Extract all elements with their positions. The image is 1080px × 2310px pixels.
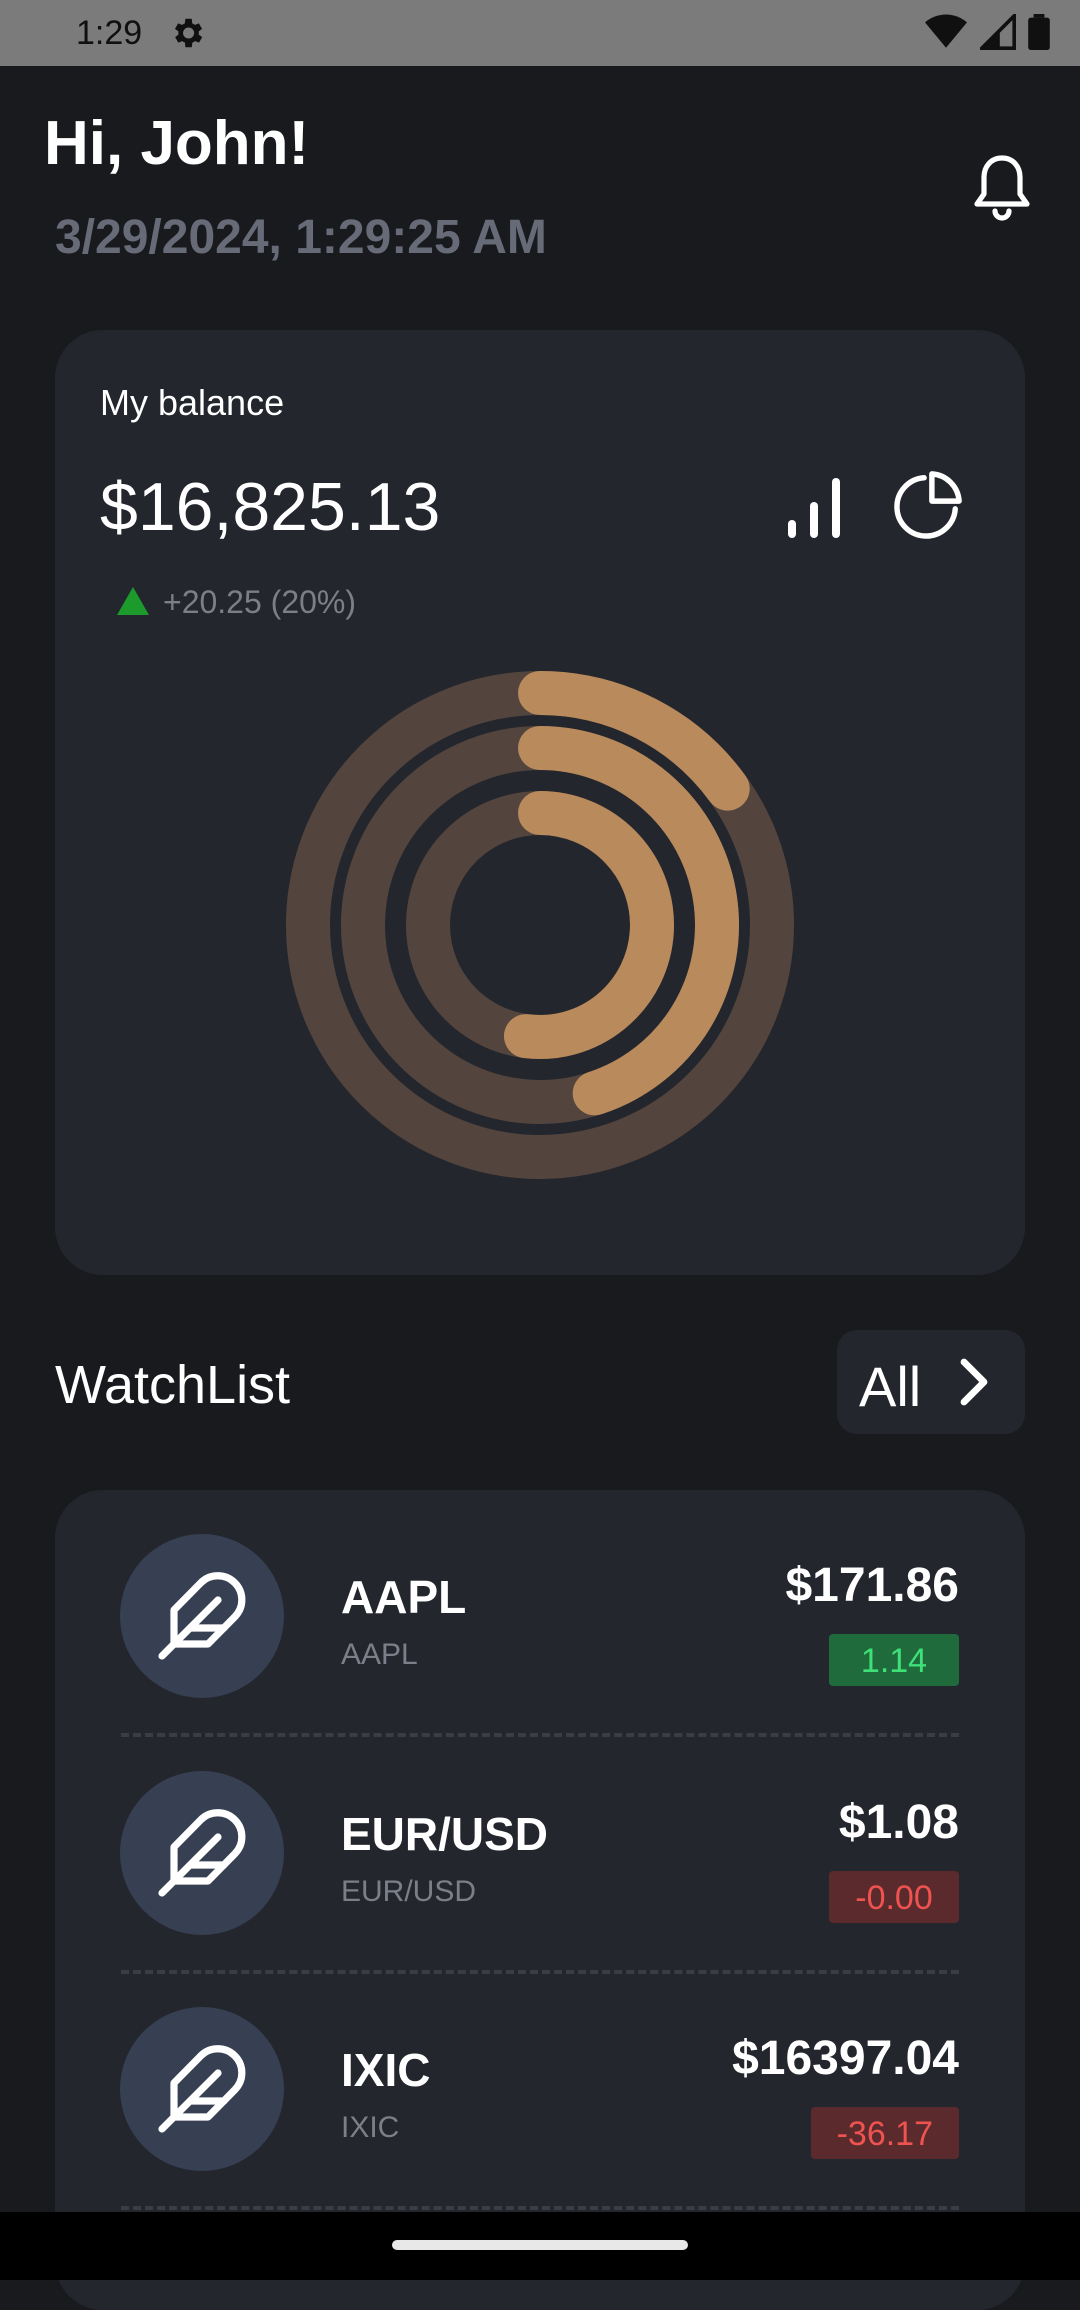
settings-icon bbox=[174, 18, 203, 48]
asset-change-badge: -0.00 bbox=[829, 1871, 959, 1923]
balance-change: +20.25 (20%) bbox=[117, 584, 356, 621]
asset-name: EUR/USD bbox=[341, 1875, 477, 1908]
asset-price: $16397.04 bbox=[732, 2032, 959, 2085]
asset-symbol: AAPL bbox=[341, 1571, 467, 1623]
navigation-bar bbox=[0, 2212, 1080, 2280]
balance-rings-chart bbox=[286, 671, 794, 1179]
watchlist-item[interactable]: AAPL AAPL $171.86 1.14 bbox=[55, 1490, 1025, 1726]
watchlist-item[interactable]: EUR/USD EUR/USD $1.08 -0.00 bbox=[55, 1727, 1025, 1963]
asset-symbol: EUR/USD bbox=[341, 1808, 549, 1860]
asset-avatar bbox=[120, 1534, 284, 1698]
status-time: 1:29 bbox=[76, 14, 143, 52]
asset-avatar bbox=[120, 2007, 284, 2171]
triangle-up-icon bbox=[117, 587, 149, 615]
pie-chart-icon[interactable] bbox=[893, 470, 963, 540]
status-icons bbox=[917, 14, 1050, 52]
asset-symbol: IXIC bbox=[341, 2044, 431, 2096]
asset-avatar bbox=[120, 1771, 284, 1935]
asset-change-badge: -36.17 bbox=[810, 2107, 959, 2159]
home-gesture-handle[interactable] bbox=[392, 2240, 688, 2250]
battery-icon bbox=[1028, 14, 1050, 50]
ring-progress-2 bbox=[503, 791, 674, 1059]
feather-icon bbox=[158, 1572, 246, 1660]
balance-card: My balance $16,825.13 +20.25 (20%) bbox=[55, 330, 1025, 1275]
feather-icon bbox=[158, 1809, 246, 1897]
divider bbox=[121, 2206, 959, 2210]
bell-icon[interactable] bbox=[970, 152, 1034, 224]
watchlist-title: WatchList bbox=[55, 1355, 291, 1415]
wifi-icon bbox=[925, 14, 968, 48]
current-datetime: 3/29/2024, 1:29:25 AM bbox=[55, 211, 547, 264]
watchlist-item[interactable]: IXIC IXIC $16397.04 -36.17 bbox=[55, 1963, 1025, 2199]
watchlist-all-button[interactable]: All bbox=[837, 1330, 1025, 1434]
watchlist-card: AAPL AAPL $171.86 1.14 EUR/USD EUR/USD $… bbox=[55, 1490, 1025, 2310]
asset-change-badge: 1.14 bbox=[829, 1634, 959, 1686]
feather-icon bbox=[158, 2045, 246, 2133]
asset-name: IXIC bbox=[341, 2111, 400, 2144]
chevron-right-icon bbox=[960, 1358, 988, 1406]
balance-change-text: +20.25 (20%) bbox=[163, 584, 357, 620]
signal-icon bbox=[979, 14, 1016, 50]
all-button-label: All bbox=[859, 1355, 922, 1418]
asset-price: $171.86 bbox=[785, 1559, 959, 1612]
bar-chart-icon[interactable] bbox=[788, 478, 842, 538]
greeting: Hi, John! bbox=[44, 109, 310, 178]
asset-price: $1.08 bbox=[838, 1796, 959, 1849]
balance-amount: $16,825.13 bbox=[100, 469, 441, 545]
status-bar: 1:29 bbox=[0, 0, 1080, 66]
balance-label: My balance bbox=[100, 382, 285, 423]
asset-name: AAPL bbox=[341, 1638, 418, 1671]
